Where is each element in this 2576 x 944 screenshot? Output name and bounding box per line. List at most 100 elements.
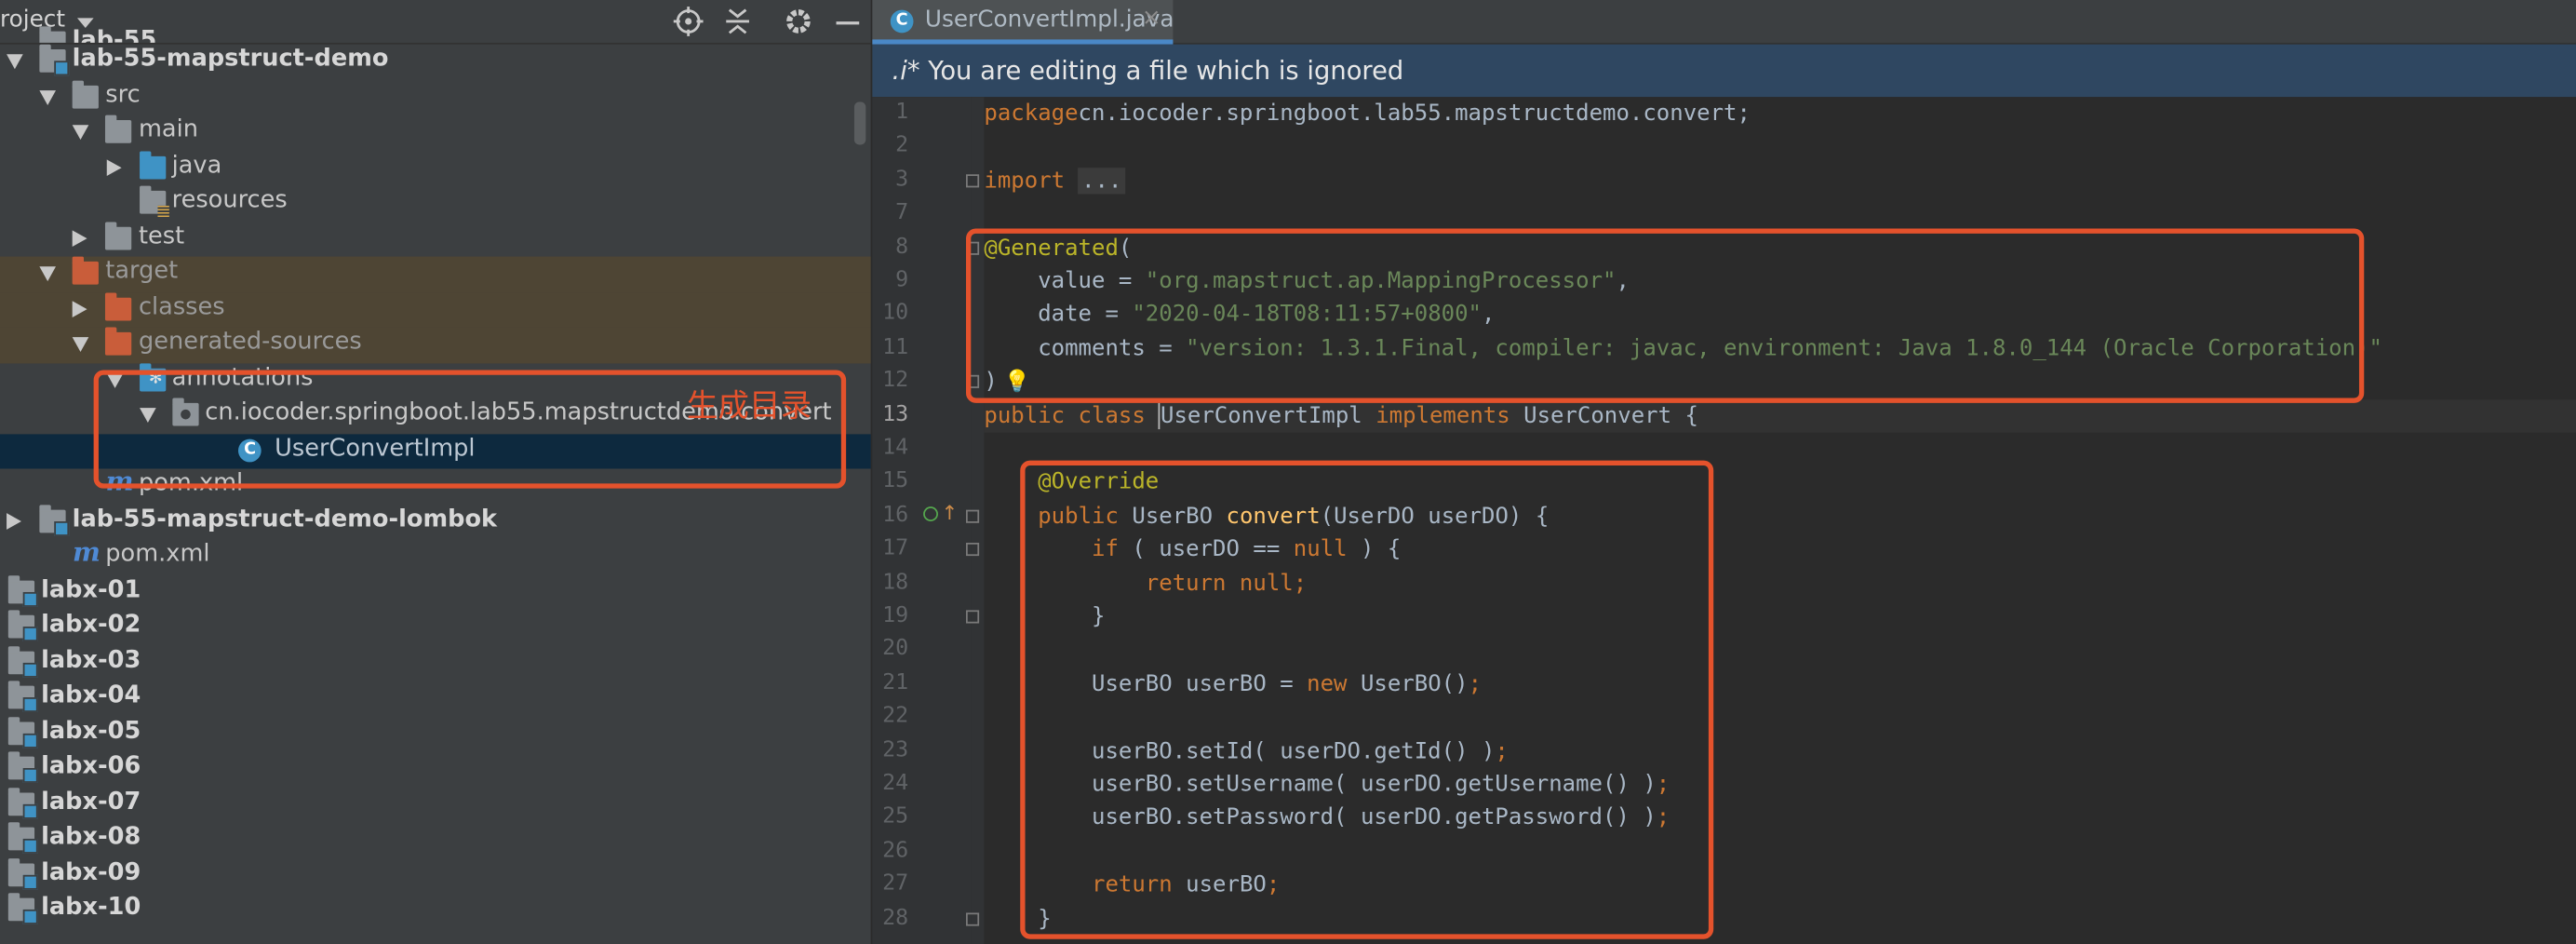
close-icon[interactable]: × <box>1142 5 1161 31</box>
tree-item-label: labx-09 <box>41 859 141 886</box>
tree-item-label: resources <box>171 187 288 214</box>
module-folder-icon <box>7 893 38 924</box>
tree-item[interactable]: java <box>0 150 871 186</box>
tree-item[interactable]: m pom.xml <box>0 535 871 574</box>
code-line[interactable] <box>984 130 2576 164</box>
module-folder-icon <box>39 26 66 43</box>
tree-item[interactable]: generated-sources <box>0 327 871 363</box>
gitignore-icon: .i* <box>892 56 920 86</box>
tree-item[interactable]: labx-03 <box>0 645 871 681</box>
tree-item[interactable]: labx-08 <box>0 822 871 857</box>
code-token: public class <box>984 402 1160 429</box>
tree-item-label: labx-02 <box>41 612 141 639</box>
line-number: 7 <box>895 200 909 226</box>
folded-code[interactable]: ... <box>1078 167 1125 195</box>
implements-method-icon[interactable] <box>923 506 938 522</box>
tree-item-label: java <box>171 152 222 179</box>
tree-item[interactable]: lab-55 <box>0 26 871 43</box>
tree-item-label: labx-10 <box>41 895 141 922</box>
tree-item[interactable]: resources <box>0 185 871 222</box>
tree-item-label: labx-07 <box>41 789 141 816</box>
line-number: 1 <box>895 100 909 126</box>
editor-tab-bar: C UserConvertImpl.java × <box>872 0 2576 45</box>
maven-icon: m <box>73 535 101 568</box>
tree-item[interactable]: labx-02 <box>0 610 871 645</box>
code-token: import <box>984 167 1066 195</box>
line-number: 3 <box>895 167 909 193</box>
fold-open-icon[interactable] <box>965 173 980 188</box>
line-number: 12 <box>882 369 909 394</box>
tree-item[interactable]: labx-04 <box>0 681 871 716</box>
fold-open-icon[interactable] <box>965 543 980 557</box>
chevron-right-icon[interactable] <box>73 229 88 247</box>
arrow-up-icon[interactable]: ↑ <box>942 502 959 525</box>
folder-icon <box>105 221 132 249</box>
code-line[interactable]: import ... <box>984 164 2576 197</box>
line-number: 19 <box>882 603 909 628</box>
tree-item[interactable]: classes <box>0 291 871 328</box>
line-number: 15 <box>882 469 909 494</box>
line-number: 8 <box>895 234 909 260</box>
tree-item[interactable]: labx-05 <box>0 716 871 751</box>
tree-item-label: lab-55-mapstruct-demo <box>72 46 389 73</box>
tree-item-label: lab-55 <box>72 28 157 43</box>
tree-item-label: target <box>105 258 179 285</box>
tree-item-label: labx-03 <box>41 647 141 674</box>
line-number: 17 <box>882 536 909 561</box>
tree-item[interactable]: src <box>0 79 871 115</box>
line-number: 28 <box>882 905 909 931</box>
fold-open-icon[interactable] <box>965 509 980 523</box>
line-number: 14 <box>882 436 909 461</box>
module-folder-icon <box>7 716 38 748</box>
project-scrollbar[interactable] <box>853 101 866 145</box>
module-folder-icon <box>7 610 38 641</box>
chevron-down-icon[interactable] <box>39 89 57 105</box>
line-number: 27 <box>882 871 909 897</box>
chevron-down-icon[interactable] <box>39 266 57 282</box>
ignored-file-banner: .i* You are editing a file which is igno… <box>872 44 2576 98</box>
tree-item-label: generated-sources <box>138 329 362 356</box>
line-number: 11 <box>882 335 909 360</box>
chevron-right-icon[interactable] <box>73 300 88 317</box>
code-token: UserConvertImpl <box>1161 402 1376 429</box>
code-line[interactable]: packagecn.iocoder.springboot.lab55.mapst… <box>984 97 2576 130</box>
tree-item[interactable]: test <box>0 221 871 257</box>
chevron-right-icon[interactable] <box>7 512 21 529</box>
code-token: UserConvert { <box>1523 402 1698 429</box>
tree-item[interactable]: labx-06 <box>0 751 871 787</box>
tree-item[interactable]: main <box>0 115 871 151</box>
generated-dir-note: 生成目录 <box>686 387 812 425</box>
chevron-down-icon[interactable] <box>73 337 90 353</box>
tree-item-label: lab-55-mapstruct-demo-lombok <box>72 506 498 533</box>
module-folder-icon <box>7 787 38 818</box>
line-number: 10 <box>882 301 909 327</box>
code-line[interactable] <box>984 197 2576 231</box>
tree-item-label: labx-04 <box>41 682 141 709</box>
java-class-icon: C <box>890 9 914 34</box>
line-number: 26 <box>882 838 909 864</box>
code-line[interactable]: public class UserConvertImpl implements … <box>984 398 2576 433</box>
line-number: 22 <box>882 704 909 729</box>
tree-item-label: labx-06 <box>41 753 141 780</box>
chevron-down-icon[interactable] <box>7 54 23 70</box>
chevron-right-icon[interactable] <box>106 158 121 176</box>
tree-item[interactable]: labx-07 <box>0 787 871 822</box>
tree-item[interactable]: labx-10 <box>0 893 871 928</box>
line-number: 20 <box>882 637 909 662</box>
folder-icon <box>73 79 100 108</box>
tree-item[interactable]: target <box>0 256 871 292</box>
tree-item[interactable]: lab-55-mapstruct-demo-lombok <box>0 504 871 539</box>
fold-close-icon[interactable] <box>965 610 980 624</box>
chevron-down-icon[interactable] <box>73 125 90 141</box>
tree-item[interactable]: labx-01 <box>0 574 871 610</box>
line-number: 23 <box>882 737 909 762</box>
line-number: 13 <box>882 402 909 427</box>
tab-userconvertimpl[interactable]: C UserConvertImpl.java × <box>872 0 1174 45</box>
tree-item[interactable]: lab-55-mapstruct-demo <box>0 44 871 80</box>
fold-close-icon[interactable] <box>965 911 980 925</box>
excluded-folder-icon <box>105 291 132 320</box>
tree-item[interactable]: labx-09 <box>0 857 871 893</box>
module-folder-icon <box>39 44 70 76</box>
line-number: 21 <box>882 670 909 695</box>
